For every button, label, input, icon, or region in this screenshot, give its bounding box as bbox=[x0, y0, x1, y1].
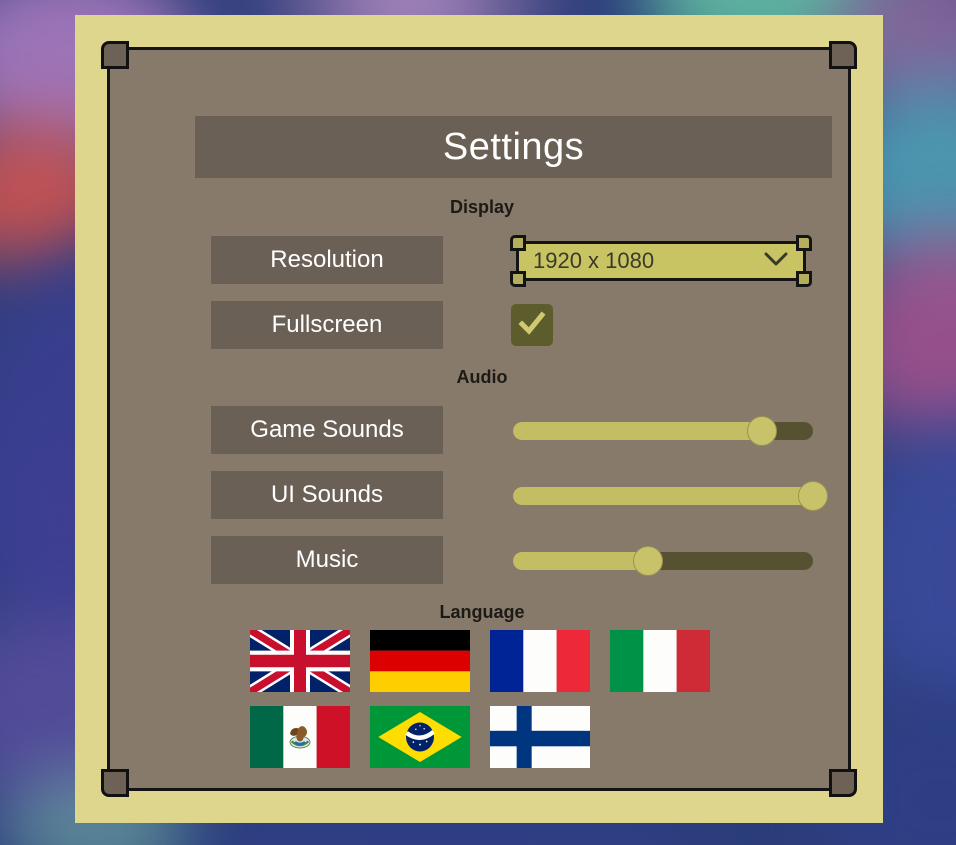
flag-finland-icon bbox=[490, 706, 590, 768]
section-header-display: Display bbox=[449, 197, 515, 217]
title-bar: Settings bbox=[195, 116, 832, 178]
ui-sounds-label: UI Sounds bbox=[211, 471, 443, 519]
ui-sounds-slider[interactable] bbox=[513, 481, 828, 511]
dropdown-corner-top-right-icon bbox=[796, 235, 812, 251]
settings-window-frame: Settings Display Resolution 1920 x 1080 … bbox=[75, 15, 883, 823]
game-sounds-label: Game Sounds bbox=[211, 406, 443, 454]
language-option-gb[interactable] bbox=[250, 630, 350, 692]
language-option-mx[interactable] bbox=[250, 706, 350, 768]
settings-panel: Settings Display Resolution 1920 x 1080 … bbox=[101, 41, 857, 797]
slider-knob[interactable] bbox=[798, 481, 828, 511]
dropdown-corner-bottom-left-icon bbox=[510, 271, 526, 287]
flag-france-icon bbox=[490, 630, 590, 692]
dropdown-corner-top-left-icon bbox=[510, 235, 526, 251]
flag-italy-icon bbox=[610, 630, 710, 692]
language-option-fi[interactable] bbox=[490, 706, 590, 768]
check-icon bbox=[517, 308, 547, 343]
chevron-down-icon bbox=[763, 251, 789, 272]
language-flag-row bbox=[250, 706, 750, 768]
corner-bracket-bottom-right-icon bbox=[829, 769, 857, 797]
corner-bracket-bottom-left-icon bbox=[101, 769, 129, 797]
language-flag-row bbox=[250, 630, 750, 692]
slider-fill bbox=[513, 422, 762, 440]
language-option-fr[interactable] bbox=[490, 630, 590, 692]
resolution-dropdown-box[interactable]: 1920 x 1080 bbox=[516, 241, 806, 281]
slider-knob[interactable] bbox=[747, 416, 777, 446]
resolution-dropdown-value: 1920 x 1080 bbox=[533, 248, 655, 273]
language-flag-grid bbox=[250, 630, 750, 782]
page-title: Settings bbox=[442, 125, 585, 168]
flag-germany-icon bbox=[370, 630, 470, 692]
section-header-language: Language bbox=[439, 602, 525, 622]
music-slider[interactable] bbox=[513, 546, 813, 576]
corner-bracket-top-left-icon bbox=[101, 41, 129, 69]
section-header-audio: Audio bbox=[456, 367, 508, 387]
resolution-dropdown[interactable]: 1920 x 1080 bbox=[510, 235, 812, 287]
dropdown-corner-bottom-right-icon bbox=[796, 271, 812, 287]
flag-brazil-icon bbox=[370, 706, 470, 768]
flag-mexico-icon bbox=[250, 706, 350, 768]
resolution-label: Resolution bbox=[211, 236, 443, 284]
language-option-it[interactable] bbox=[610, 630, 710, 692]
game-sounds-slider[interactable] bbox=[513, 416, 813, 446]
fullscreen-checkbox[interactable] bbox=[511, 304, 553, 346]
language-option-br[interactable] bbox=[370, 706, 470, 768]
slider-fill bbox=[513, 552, 648, 570]
flag-uk-icon bbox=[250, 630, 350, 692]
slider-knob[interactable] bbox=[633, 546, 663, 576]
music-label: Music bbox=[211, 536, 443, 584]
language-option-de[interactable] bbox=[370, 630, 470, 692]
slider-fill bbox=[513, 487, 813, 505]
corner-bracket-top-right-icon bbox=[829, 41, 857, 69]
fullscreen-label: Fullscreen bbox=[211, 301, 443, 349]
